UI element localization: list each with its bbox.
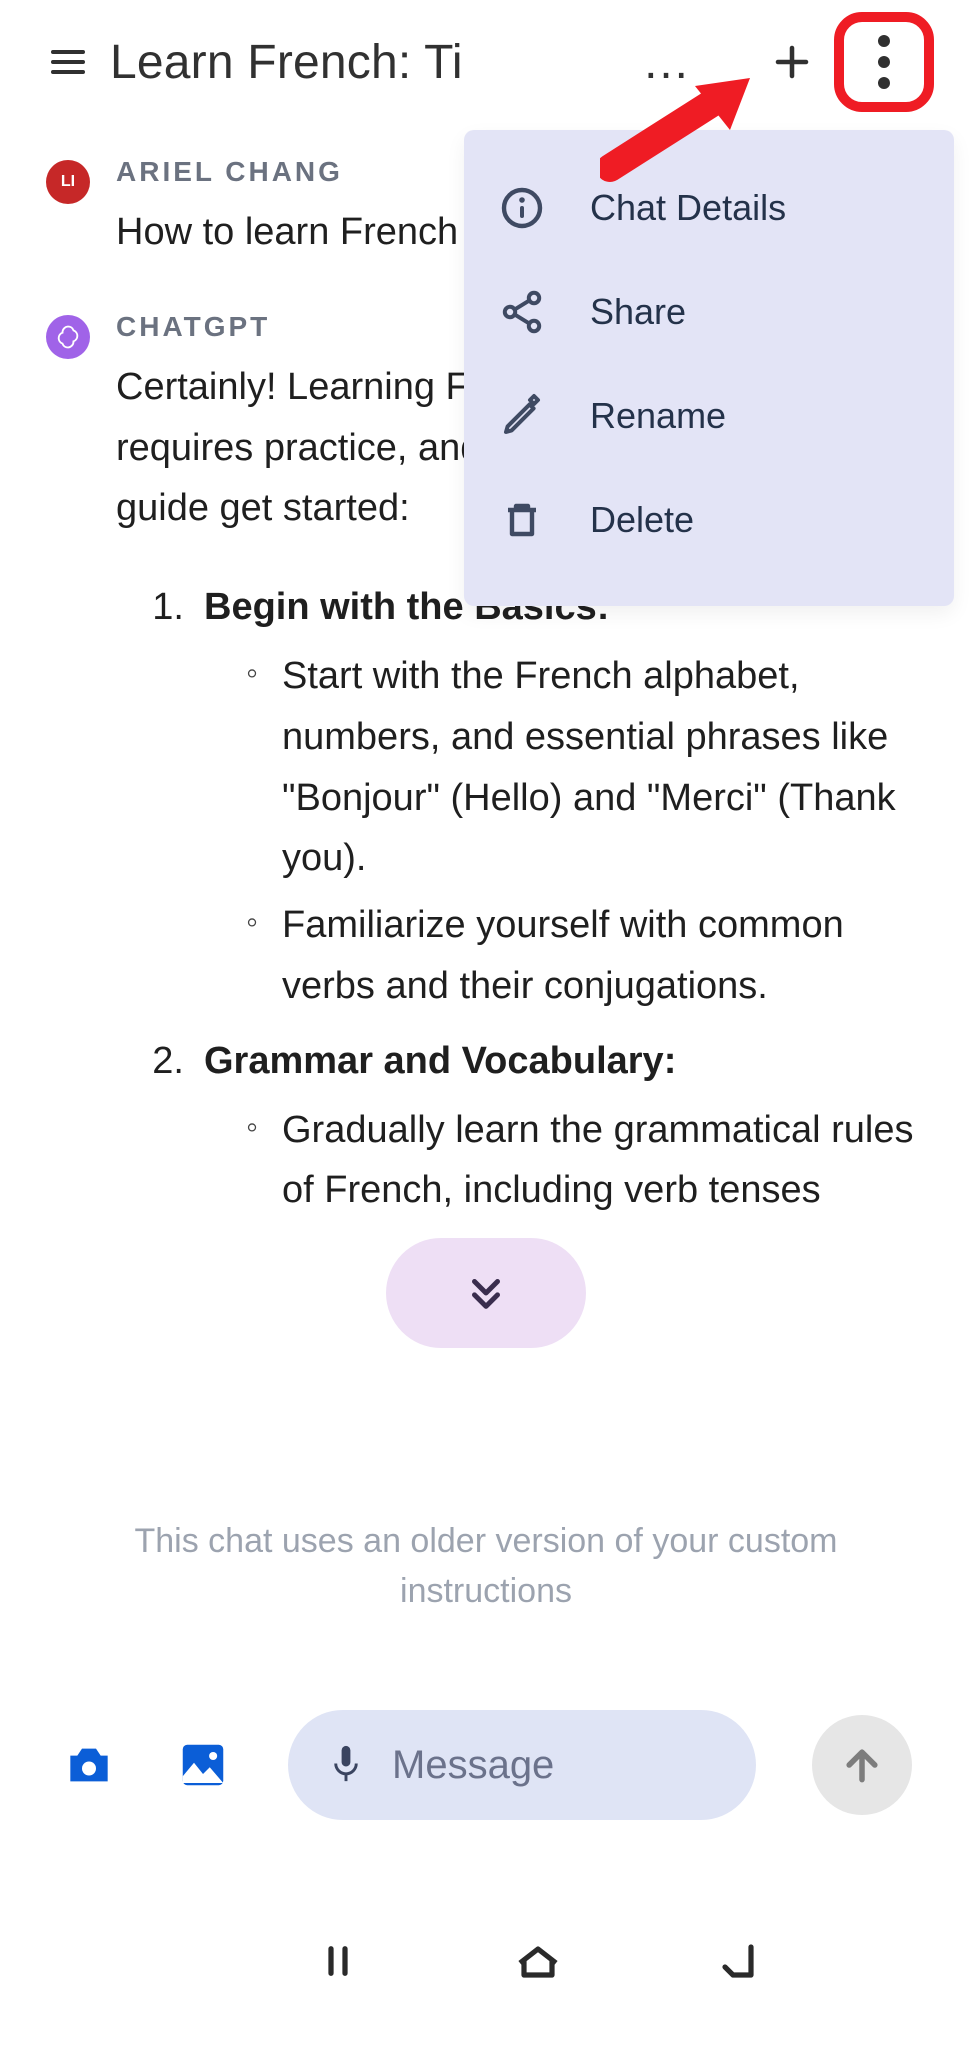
camera-icon [61, 1737, 117, 1793]
info-icon [498, 184, 546, 232]
chevron-double-down-icon [463, 1270, 509, 1316]
list-item-title: Grammar and Vocabulary: [204, 1040, 676, 1082]
header: Learn French: Ti … [0, 0, 972, 124]
system-nav-bar [0, 1898, 972, 2028]
assistant-avatar [46, 315, 90, 359]
menu-item-rename[interactable]: Rename [494, 364, 924, 468]
arrow-up-icon [840, 1743, 884, 1787]
annotation-arrow [600, 68, 770, 188]
home-icon [514, 1937, 562, 1985]
back-icon [717, 1937, 765, 1985]
back-button[interactable] [717, 1937, 765, 1990]
microphone-icon [328, 1743, 364, 1787]
list-item: 2. Grammar and Vocabulary: Gradually lea… [130, 1031, 926, 1221]
list-subitem: Gradually learn the grammatical rules of… [246, 1100, 926, 1222]
message-placeholder: Message [392, 1743, 554, 1788]
message-input[interactable]: Message [288, 1710, 756, 1820]
list-subitem: Familiarize yourself with common verbs a… [246, 895, 926, 1017]
share-icon [498, 288, 546, 336]
menu-item-label: Delete [590, 499, 694, 541]
composer: Message [60, 1710, 912, 1820]
recent-icon [317, 1940, 359, 1982]
instructions-notice: This chat uses an older version of your … [0, 1517, 972, 1616]
menu-item-label: Chat Details [590, 187, 786, 229]
new-chat-button[interactable] [770, 40, 814, 84]
menu-item-label: Share [590, 291, 686, 333]
list-subitem: Start with the French alphabet, numbers,… [246, 646, 926, 889]
context-menu: Chat Details Share Rename Delete [464, 130, 954, 606]
hamburger-menu-button[interactable] [44, 38, 92, 86]
user-avatar: LI [46, 160, 90, 204]
recent-apps-button[interactable] [317, 1940, 359, 1987]
list-item: 1. Begin with the Basics: Start with the… [130, 577, 926, 1017]
assistant-ordered-list: 1. Begin with the Basics: Start with the… [116, 577, 926, 1221]
trash-icon [498, 496, 546, 544]
home-button[interactable] [514, 1937, 562, 1990]
menu-item-label: Rename [590, 395, 726, 437]
pencil-icon [498, 392, 546, 440]
chatgpt-logo-icon [54, 323, 82, 351]
menu-item-share[interactable]: Share [494, 260, 924, 364]
camera-button[interactable] [60, 1736, 118, 1794]
menu-item-delete[interactable]: Delete [494, 468, 924, 572]
send-button[interactable] [812, 1715, 912, 1815]
image-icon [176, 1738, 230, 1792]
scroll-to-bottom-button[interactable] [386, 1238, 586, 1348]
gallery-button[interactable] [174, 1736, 232, 1794]
chat-title[interactable]: Learn French: Ti [110, 35, 630, 90]
more-options-button[interactable] [840, 18, 928, 106]
